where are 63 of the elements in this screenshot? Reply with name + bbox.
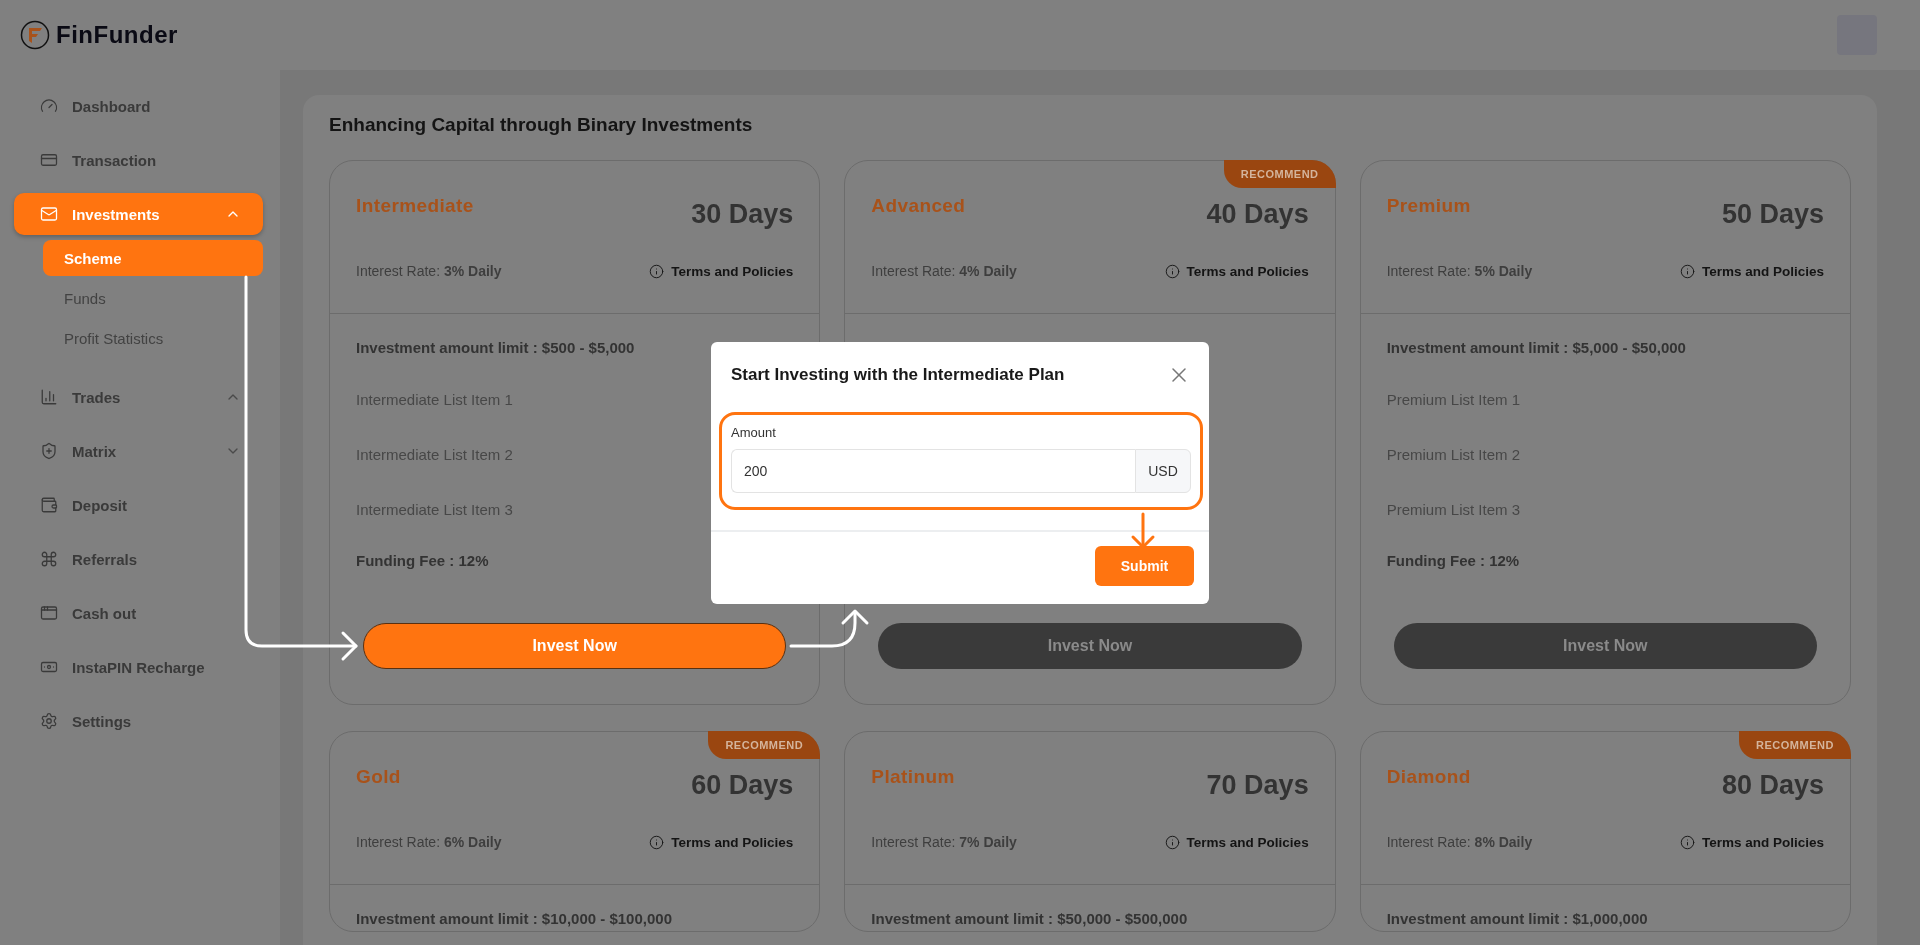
sidebar-item[interactable]: Investments bbox=[14, 193, 263, 235]
interest-rate: Interest Rate: 5% Daily bbox=[1386, 263, 1533, 279]
invest-now-button[interactable]: Invest Now bbox=[878, 623, 1302, 669]
plan-name: Platinum bbox=[871, 766, 955, 788]
amount-limit: Investment amount limit : $5,000 - $50,000 bbox=[1386, 338, 1687, 358]
interest-rate: Interest Rate: 7% Daily bbox=[871, 834, 1017, 850]
field-label: Amount bbox=[731, 425, 777, 440]
plan-name: Gold bbox=[356, 766, 401, 788]
sidebar-item[interactable]: Trades bbox=[14, 376, 263, 418]
terms-link[interactable]: Terms and Policies bbox=[1186, 263, 1309, 279]
plan-list-item: Intermediate List Item 3 bbox=[356, 500, 513, 520]
terms-link[interactable]: Terms and Policies bbox=[671, 263, 794, 279]
plan-name: Intermediate bbox=[356, 195, 474, 217]
sidebar-item[interactable]: Transaction bbox=[14, 139, 263, 181]
currency-addon: USD bbox=[1135, 449, 1191, 493]
sidebar-item[interactable]: Referrals bbox=[14, 538, 263, 580]
plan-list-item: Premium List Item 2 bbox=[1386, 445, 1521, 465]
interest-rate: Interest Rate: 8% Daily bbox=[1386, 834, 1533, 850]
submit-button[interactable]: Submit bbox=[1095, 546, 1194, 586]
amount-limit: Investment amount limit : $1,000,000 bbox=[1386, 909, 1649, 929]
sidebar-item[interactable]: Settings bbox=[14, 700, 263, 742]
terms-link[interactable]: Terms and Policies bbox=[1186, 834, 1309, 850]
terms-link[interactable]: Terms and Policies bbox=[671, 834, 794, 850]
terms-link[interactable]: Terms and Policies bbox=[1701, 263, 1824, 279]
recommend-ribbon: RECOMMEND bbox=[1223, 160, 1336, 188]
section-title: Enhancing Capital through Binary Investments bbox=[329, 113, 754, 137]
recommend-ribbon: RECOMMEND bbox=[708, 731, 821, 759]
sidebar-item[interactable]: Dashboard bbox=[14, 85, 263, 127]
funding-fee: Funding Fee : 12% bbox=[1386, 551, 1521, 571]
dialog-title: Start Investing with the Intermediate Plan bbox=[731, 365, 1065, 385]
plan-duration: 80 Days bbox=[1721, 770, 1824, 801]
logo-text: FinFunder bbox=[56, 21, 178, 49]
interest-rate: Interest Rate: 6% Daily bbox=[356, 834, 502, 850]
plan-list-item: Intermediate List Item 2 bbox=[356, 445, 513, 465]
amount-limit: Investment amount limit : $500 - $5,000 bbox=[356, 338, 636, 358]
plan-duration: 70 Days bbox=[1206, 770, 1309, 801]
sidebar-item[interactable]: Cash out bbox=[14, 592, 263, 634]
plan-duration: 40 Days bbox=[1206, 199, 1309, 230]
invest-now-button[interactable]: Invest Now bbox=[363, 623, 787, 669]
recommend-ribbon: RECOMMEND bbox=[1739, 731, 1851, 759]
plan-list-item: Intermediate List Item 1 bbox=[356, 390, 513, 410]
terms-link[interactable]: Terms and Policies bbox=[1701, 834, 1824, 850]
plan-duration: 60 Days bbox=[691, 770, 794, 801]
submenu-item[interactable]: Scheme bbox=[43, 240, 263, 276]
plan-duration: 50 Days bbox=[1721, 199, 1824, 230]
submenu-item[interactable]: Profit Statistics bbox=[43, 320, 263, 356]
plan-list-item: Premium List Item 1 bbox=[1386, 390, 1521, 410]
plan-duration: 30 Days bbox=[691, 199, 794, 230]
sidebar-item[interactable]: InstaPIN Recharge bbox=[14, 646, 263, 688]
plan-list-item: Premium List Item 3 bbox=[1386, 500, 1521, 520]
plan-name: Diamond bbox=[1386, 766, 1471, 788]
sidebar-item[interactable]: Matrix bbox=[14, 430, 263, 472]
plan-name: Advanced bbox=[871, 195, 966, 217]
invest-now-button[interactable]: Invest Now bbox=[1393, 623, 1817, 669]
interest-rate: Interest Rate: 3% Daily bbox=[356, 263, 502, 279]
amount-limit: Investment amount limit : $10,000 - $100,000 bbox=[356, 909, 673, 929]
interest-rate: Interest Rate: 4% Daily bbox=[871, 263, 1017, 279]
funding-fee: Funding Fee : 12% bbox=[356, 551, 490, 571]
amount-field[interactable]: 200 bbox=[731, 449, 1135, 493]
plan-name: Premium bbox=[1386, 195, 1471, 217]
sidebar-item[interactable]: Deposit bbox=[14, 484, 263, 526]
submenu-item[interactable]: Funds bbox=[43, 280, 263, 316]
amount-limit: Investment amount limit : $50,000 - $500,000 bbox=[871, 909, 1189, 929]
